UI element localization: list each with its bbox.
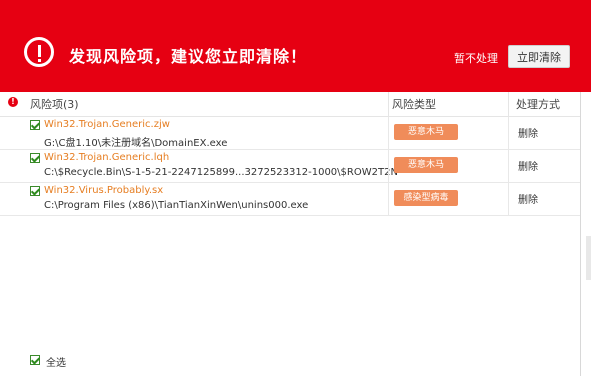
clean-now-button[interactable]: 立即清除 [508, 45, 570, 68]
row-checkbox[interactable] [30, 153, 40, 163]
column-header-row: ! 风险项(3) 风险类型 处理方式 [0, 92, 580, 117]
warning-dot-icon: ! [8, 97, 18, 107]
col-risk-type: 风险类型 [392, 98, 436, 111]
threat-path: G:\C盘1.10\未注册域名\DomainEX.exe [44, 138, 228, 149]
select-all-label: 全选 [46, 358, 66, 369]
table-row: Win32.Virus.Probably.sx C:\Program Files… [0, 183, 580, 216]
table-row: Win32.Trojan.Generic.lqh C:\$Recycle.Bin… [0, 150, 580, 183]
risk-type-badge: 感染型病毒 [394, 190, 458, 206]
col-action: 处理方式 [516, 98, 560, 111]
table-row: Win32.Trojan.Generic.zjw G:\C盘1.10\未注册域名… [0, 117, 580, 150]
threat-name: Win32.Trojan.Generic.lqh [44, 152, 170, 163]
exclamation-circle-icon [24, 37, 54, 67]
risk-type-badge: 恶意木马 [394, 124, 458, 140]
threat-name: Win32.Virus.Probably.sx [44, 185, 164, 196]
header-bar: 发现风险项，建议您立即清除！ 暂不处理 立即清除 [0, 0, 591, 92]
col-risk-items: 风险项(3) [30, 98, 79, 111]
risk-type-badge: 恶意木马 [394, 157, 458, 173]
threat-path: C:\$Recycle.Bin\S-1-5-21-2247125899...32… [44, 167, 398, 178]
page-title: 发现风险项，建议您立即清除！ [69, 47, 308, 66]
delete-action[interactable]: 删除 [518, 191, 538, 206]
threat-path: C:\Program Files (x86)\TianTianXinWen\un… [44, 200, 309, 211]
row-checkbox[interactable] [30, 186, 40, 196]
row-checkbox[interactable] [30, 120, 40, 130]
select-all-checkbox[interactable] [30, 355, 40, 365]
delete-action[interactable]: 删除 [518, 125, 538, 140]
panel-border [580, 92, 581, 376]
threat-name: Win32.Trojan.Generic.zjw [44, 119, 170, 130]
column-divider [508, 92, 509, 116]
delete-action[interactable]: 删除 [518, 158, 538, 173]
ignore-link[interactable]: 暂不处理 [454, 50, 498, 66]
column-divider [388, 92, 389, 116]
scrollbar[interactable] [586, 236, 591, 280]
